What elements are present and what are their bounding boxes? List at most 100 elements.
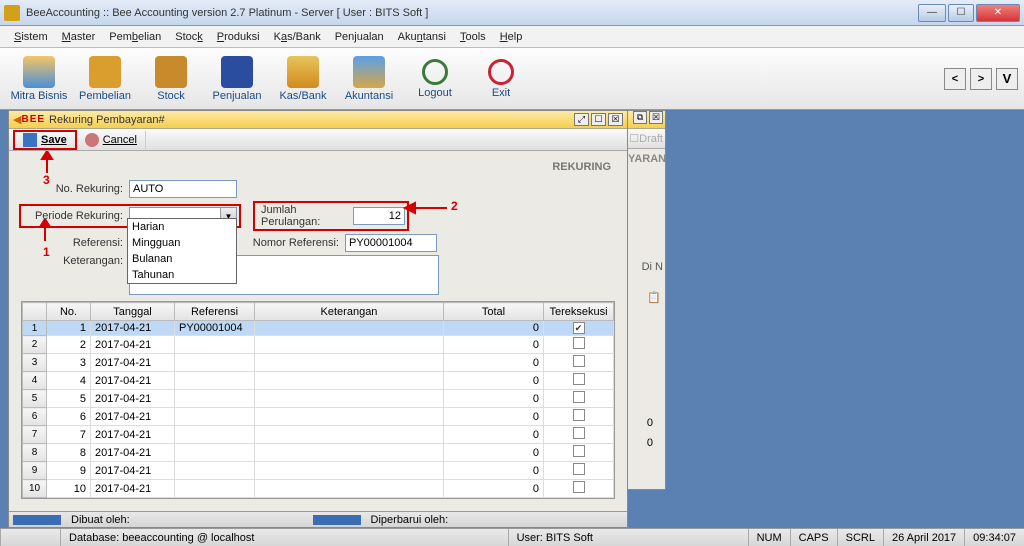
dropdown-option[interactable]: Harian (128, 219, 236, 235)
table-row[interactable]: 7 7 2017-04-21 0 (23, 426, 614, 444)
col-referensi[interactable]: Referensi (175, 303, 255, 321)
table-row[interactable]: 10 10 2017-04-21 0 (23, 480, 614, 498)
menu-tools[interactable]: Tools (454, 28, 492, 46)
dropdown-option[interactable]: Bulanan (128, 251, 236, 267)
dropdown-option[interactable]: Mingguan (128, 235, 236, 251)
cancel-button[interactable]: Cancel (77, 131, 146, 149)
menu-stock[interactable]: Stock (169, 28, 209, 46)
annotation-num-1: 1 (43, 245, 50, 259)
toolbar-mitra[interactable]: Mitra Bisnis (6, 56, 72, 102)
col-keterangan[interactable]: Keterangan (255, 303, 444, 321)
rekuring-table: No. Tanggal Referensi Keterangan Total T… (21, 301, 615, 499)
row-number: 3 (23, 354, 47, 372)
row-number: 7 (23, 426, 47, 444)
toolbar-exit[interactable]: Exit (468, 59, 534, 99)
nav-prev-button[interactable]: < (944, 68, 966, 90)
label-no-rekuring: No. Rekuring: (19, 183, 123, 195)
table-row[interactable]: 2 2 2017-04-21 0 (23, 336, 614, 354)
table-row[interactable]: 3 3 2017-04-21 0 (23, 354, 614, 372)
toolbar-penjualan[interactable]: Penjualan (204, 56, 270, 102)
menu-penjualan[interactable]: Penjualan (329, 28, 390, 46)
row-number: 1 (23, 321, 47, 336)
annotation-num-3: 3 (43, 173, 50, 187)
toolbar-logout[interactable]: Logout (402, 59, 468, 99)
table-row[interactable]: 8 8 2017-04-21 0 (23, 444, 614, 462)
window-title: BeeAccounting :: Bee Accounting version … (26, 7, 918, 19)
checkbox[interactable] (573, 373, 585, 385)
panel-close-icon[interactable]: ☒ (608, 113, 623, 126)
minimize-button[interactable]: — (918, 4, 946, 22)
row-number: 8 (23, 444, 47, 462)
table-row[interactable]: 4 4 2017-04-21 0 (23, 372, 614, 390)
bg-section-label: YARAN (626, 149, 665, 169)
menu-sistem[interactable]: Sistem (8, 28, 54, 46)
panel-toolbar: Save Cancel (9, 129, 627, 151)
progress-indicator-2 (313, 515, 361, 525)
diperbarui-label: Diperbarui oleh: (365, 514, 455, 526)
table-row[interactable]: 6 6 2017-04-21 0 (23, 408, 614, 426)
checkbox[interactable] (573, 463, 585, 475)
checkbox[interactable] (573, 322, 585, 334)
no-rekuring-field[interactable] (129, 180, 237, 198)
checkbox[interactable] (573, 409, 585, 421)
dropdown-option[interactable]: Tahunan (128, 267, 236, 283)
toolbar-stock[interactable]: Stock (138, 56, 204, 102)
nav-next-button[interactable]: > (970, 68, 992, 90)
status-date: 26 April 2017 (883, 529, 964, 546)
panel-restore-icon[interactable]: ⤢ (574, 113, 589, 126)
menu-master[interactable]: Master (56, 28, 102, 46)
checkbox[interactable] (573, 445, 585, 457)
checkbox[interactable] (573, 427, 585, 439)
checkbox[interactable] (573, 481, 585, 493)
bg-zero-1: 0 (647, 417, 653, 429)
col-tanggal[interactable]: Tanggal (91, 303, 175, 321)
app-icon (4, 5, 20, 21)
cancel-icon (85, 133, 99, 147)
save-button[interactable]: Save (13, 130, 77, 150)
nomor-referensi-field[interactable] (345, 234, 437, 252)
bg-zero-2: 0 (647, 437, 653, 449)
bg-pick-button[interactable]: 📋 (647, 291, 661, 304)
table-row[interactable]: 9 9 2017-04-21 0 (23, 462, 614, 480)
maximize-button[interactable]: ☐ (948, 4, 974, 22)
annotation-arrow-2 (403, 201, 447, 215)
menu-produksi[interactable]: Produksi (211, 28, 266, 46)
table-row[interactable]: 1 1 2017-04-21 PY00001004 0 (23, 321, 614, 336)
annotation-num-2: 2 (451, 199, 458, 213)
table-row[interactable]: 5 5 2017-04-21 0 (23, 390, 614, 408)
col-total[interactable]: Total (444, 303, 544, 321)
panel-max-icon[interactable]: ☐ (591, 113, 606, 126)
checkbox[interactable] (573, 391, 585, 403)
toolbar-akuntansi[interactable]: Akuntansi (336, 56, 402, 102)
label-keterangan: Keterangan: (19, 255, 123, 267)
bg-text: Di N (642, 261, 663, 273)
close-button[interactable]: ✕ (976, 4, 1020, 22)
menu-pembelian[interactable]: Pembelian (103, 28, 167, 46)
rekuring-window: ◀ BEE Rekuring Pembayaran# ⤢ ☐ ☒ Save Ca… (8, 110, 628, 528)
status-bar: Database: beeaccounting @ localhost User… (0, 528, 1024, 546)
row-number: 2 (23, 336, 47, 354)
checkbox[interactable] (573, 355, 585, 367)
bg-restore-icon[interactable]: ⧉ (633, 111, 647, 124)
toolbar-kasbank[interactable]: Kas/Bank (270, 56, 336, 102)
jumlah-perulangan-field[interactable] (353, 207, 405, 225)
bg-close-icon[interactable]: ☒ (649, 111, 663, 124)
progress-indicator (13, 515, 61, 525)
label-nomor-ref: Nomor Referensi: (243, 237, 339, 249)
nav-v-button[interactable]: V (996, 68, 1018, 90)
toolbar-pembelian[interactable]: Pembelian (72, 56, 138, 102)
status-scrl: SCRL (837, 529, 883, 546)
save-icon (23, 133, 37, 147)
checkbox[interactable] (573, 337, 585, 349)
menu-kasbank[interactable]: Kas/Bank (268, 28, 327, 46)
periode-dropdown-list: Harian Mingguan Bulanan Tahunan (127, 218, 237, 284)
row-number: 9 (23, 462, 47, 480)
row-number: 5 (23, 390, 47, 408)
col-no[interactable]: No. (47, 303, 91, 321)
col-tereksekusi[interactable]: Tereksekusi (544, 303, 614, 321)
status-time: 09:34:07 (964, 529, 1024, 546)
menu-akuntansi[interactable]: Akuntansi (392, 28, 452, 46)
menu-help[interactable]: Help (494, 28, 529, 46)
main-toolbar: Mitra Bisnis Pembelian Stock Penjualan K… (0, 48, 1024, 110)
section-title: REKURING (19, 157, 617, 177)
